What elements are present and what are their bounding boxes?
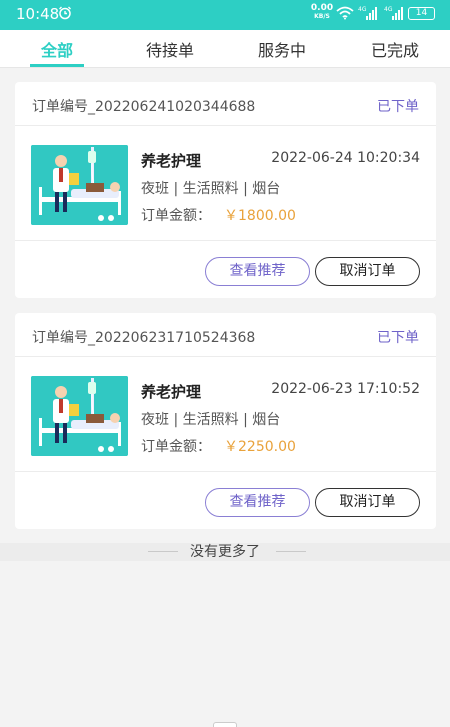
net-speed: 0.00 KB/S bbox=[309, 3, 335, 21]
signal-label-2: 4G bbox=[384, 6, 393, 13]
alarm-icon bbox=[59, 6, 71, 20]
home-indicator bbox=[213, 722, 237, 727]
status-time: 10:48 bbox=[16, 5, 60, 23]
order-status: 已下单 bbox=[377, 99, 419, 115]
order-time: 2022-06-23 17:10:52 bbox=[271, 381, 420, 397]
order-number: 订单编号_202206231710524368 bbox=[32, 330, 256, 346]
cancel-order-button[interactable]: 取消订单 bbox=[315, 488, 420, 517]
service-tags: 夜班 | 生活照料 | 烟台 bbox=[141, 412, 281, 428]
divider bbox=[15, 471, 436, 472]
no-more-text: 没有更多了 bbox=[190, 544, 260, 560]
view-recommendation-button[interactable]: 查看推荐 bbox=[205, 257, 310, 286]
active-tab-indicator bbox=[30, 64, 84, 67]
tab-in-service[interactable]: 服务中 bbox=[242, 37, 322, 61]
order-amount: ￥2250.00 bbox=[224, 439, 296, 455]
signal-icon: 4G bbox=[384, 6, 403, 20]
service-name: 养老护理 bbox=[141, 152, 202, 170]
signal-label-1: 4G bbox=[358, 6, 367, 13]
caregiver-illustration bbox=[31, 145, 128, 225]
service-name: 养老护理 bbox=[141, 383, 202, 401]
battery-level: 14 bbox=[415, 8, 428, 18]
service-tags: 夜班 | 生活照料 | 烟台 bbox=[141, 181, 281, 197]
caregiver-illustration bbox=[31, 376, 128, 456]
signal-icon: 4G bbox=[358, 6, 377, 20]
wifi-icon bbox=[336, 6, 354, 20]
order-card-header: 订单编号_202206241020344688 已下单 bbox=[15, 82, 436, 126]
order-number: 订单编号_202206241020344688 bbox=[32, 99, 256, 115]
tab-pending[interactable]: 待接单 bbox=[130, 37, 210, 61]
order-tabs: 全部 待接单 服务中 已完成 bbox=[0, 30, 450, 68]
amount-label: 订单金额： bbox=[141, 208, 211, 224]
order-status: 已下单 bbox=[377, 330, 419, 346]
cancel-order-button[interactable]: 取消订单 bbox=[315, 257, 420, 286]
order-amount: ￥1800.00 bbox=[224, 208, 296, 224]
no-more-footer: 没有更多了 bbox=[0, 543, 450, 561]
order-time: 2022-06-24 10:20:34 bbox=[271, 150, 420, 166]
tab-completed[interactable]: 已完成 bbox=[355, 37, 435, 61]
status-bar: 10:48 0.00 KB/S 4G 4G 14 bbox=[0, 0, 450, 30]
net-speed-unit: KB/S bbox=[314, 13, 330, 20]
net-speed-value: 0.00 bbox=[310, 3, 334, 13]
order-card[interactable]: 订单编号_202206241020344688 已下单 养老护理 2022-06… bbox=[15, 82, 436, 298]
amount-label: 订单金额： bbox=[141, 439, 211, 455]
view-recommendation-button[interactable]: 查看推荐 bbox=[205, 488, 310, 517]
battery-icon: 14 bbox=[408, 7, 435, 20]
tab-all[interactable]: 全部 bbox=[17, 37, 97, 61]
divider bbox=[15, 240, 436, 241]
order-card[interactable]: 订单编号_202206231710524368 已下单 养老护理 2022-06… bbox=[15, 313, 436, 529]
order-card-header: 订单编号_202206231710524368 已下单 bbox=[15, 313, 436, 357]
